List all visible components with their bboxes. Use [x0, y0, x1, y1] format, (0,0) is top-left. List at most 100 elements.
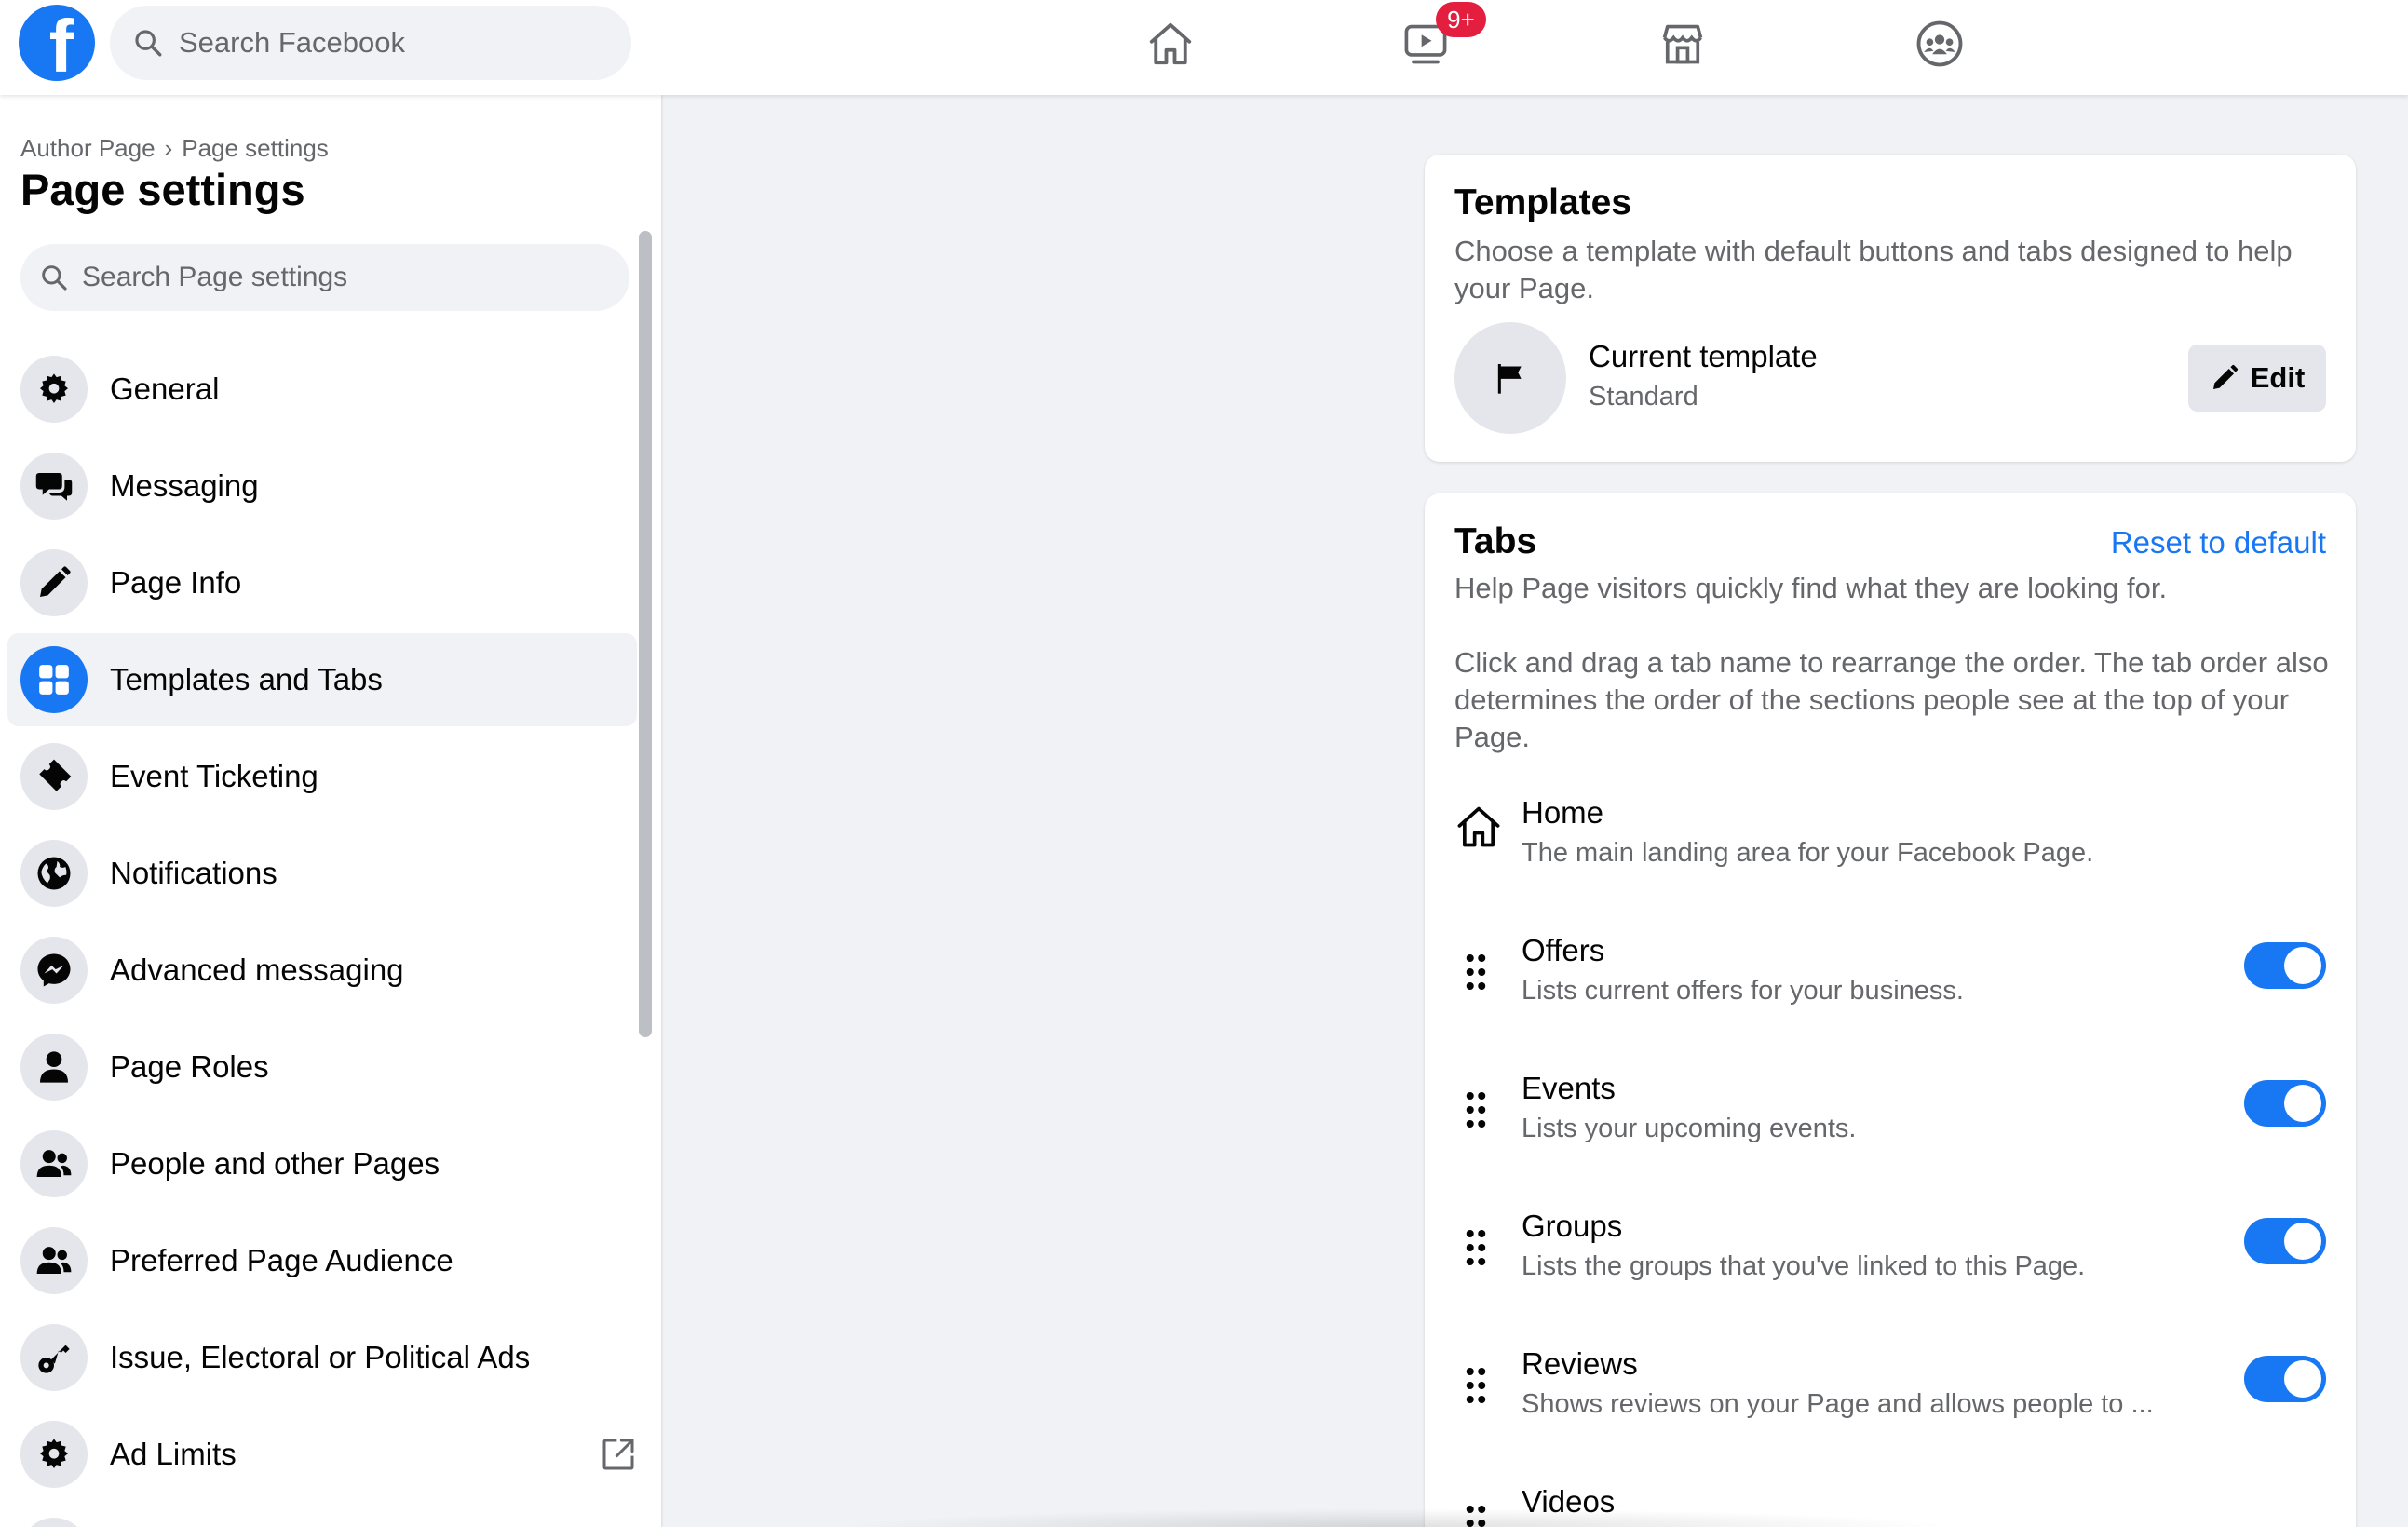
search-placeholder: Search Facebook [179, 26, 405, 59]
drag-handle-icon[interactable] [1464, 1229, 1488, 1266]
chat-icon [20, 453, 88, 520]
globe-icon [20, 840, 88, 907]
nav-marketplace-button[interactable] [1650, 11, 1715, 76]
breadcrumb: Author Page › Page settings [20, 134, 329, 163]
ticket-icon [20, 743, 88, 810]
external-link-icon [602, 1439, 634, 1470]
gear-icon [20, 356, 88, 423]
tabs-card: Tabs Reset to default Help Page visitors… [1425, 493, 2356, 1527]
marketplace-icon [1662, 24, 1703, 64]
groups-toggle[interactable] [2244, 1218, 2326, 1264]
sidebar-item-label: Advanced messaging [110, 953, 404, 987]
sidebar-item-page-roles[interactable]: Page Roles [7, 1020, 637, 1114]
grid-icon [20, 646, 88, 713]
current-template-value: Standard [1589, 382, 1698, 412]
edit-template-button[interactable]: Edit [2188, 345, 2326, 412]
edit-button-label: Edit [2250, 361, 2306, 394]
nav-home-button[interactable] [1138, 11, 1203, 76]
people-icon [20, 1227, 88, 1294]
tab-name: Groups [1522, 1209, 1623, 1243]
sidebar-item-label: Notifications [110, 856, 277, 890]
gear-icon [20, 1421, 88, 1488]
drag-handle-icon[interactable] [1464, 1091, 1488, 1128]
home-outline-icon [1457, 806, 1500, 847]
nav-groups-button[interactable] [1907, 11, 1972, 76]
tab-name: Home [1522, 795, 1604, 830]
tabs-description: Help Page visitors quickly find what the… [1454, 572, 2168, 604]
tab-row-home: Home The main landing area for your Face… [1454, 795, 2326, 898]
breadcrumb-page-settings[interactable]: Page settings [182, 134, 329, 163]
events-toggle[interactable] [2244, 1080, 2326, 1127]
sidebar-item-preferred-page-audience[interactable]: Preferred Page Audience [7, 1214, 637, 1307]
tabs-instructions: Click and drag a tab name to rearrange t… [1454, 646, 2329, 753]
tab-description: The main landing area for your Facebook … [1522, 838, 2094, 868]
facebook-logo[interactable]: f [19, 5, 95, 81]
tab-name: Reviews [1522, 1346, 1638, 1381]
breadcrumb-separator: › [164, 134, 173, 162]
key-icon [20, 1324, 88, 1391]
sidebar-item-label: Templates and Tabs [110, 662, 383, 696]
sidebar-item-label: Issue, Electoral or Political Ads [110, 1340, 531, 1374]
flag-icon [1497, 364, 1522, 394]
sidebar-item-advanced-messaging[interactable]: Advanced messaging [7, 924, 637, 1017]
tab-description: Lists your upcoming events. [1522, 1114, 1857, 1143]
search-icon [42, 265, 67, 291]
search-icon [135, 30, 162, 57]
sidebar-item-general[interactable]: General [7, 343, 637, 436]
bottom-fade-shadow [838, 1508, 1955, 1527]
top-navigation-bar: f Search Facebook 9+ [0, 0, 2408, 95]
menu-icon-partial [20, 1518, 88, 1527]
sidebar-item-page-info[interactable]: Page Info [7, 536, 637, 629]
current-template-label: Current template [1589, 339, 1818, 373]
facebook-logo-letter: f [48, 5, 74, 82]
offers-toggle[interactable] [2244, 942, 2326, 989]
settings-sidebar: Author Page › Page settings Page setting… [0, 95, 661, 1527]
tab-row-offers[interactable]: Offers Lists current offers for your bus… [1454, 933, 2326, 1035]
tab-row-groups[interactable]: Groups Lists the groups that you've link… [1454, 1209, 2326, 1311]
tabs-title: Tabs [1454, 521, 1537, 561]
sidebar-item-label: Messaging [110, 468, 259, 503]
drag-handle-icon[interactable] [1464, 953, 1488, 991]
tab-description: Lists current offers for your business. [1522, 976, 1964, 1006]
sidebar-scrollbar[interactable] [639, 231, 652, 1037]
sidebar-item-label: People and other Pages [110, 1146, 440, 1181]
people-icon [20, 1130, 88, 1197]
tab-description: Shows reviews on your Page and allows pe… [1522, 1389, 2154, 1419]
home-icon [1149, 22, 1192, 65]
sidebar-item-label: Page Roles [110, 1049, 269, 1084]
template-flag-avatar [1454, 322, 1566, 434]
pencil-icon [2212, 364, 2238, 389]
sidebar-item-label: Preferred Page Audience [110, 1243, 453, 1277]
breadcrumb-author-page[interactable]: Author Page [20, 134, 156, 163]
templates-card: Templates Choose a template with default… [1425, 155, 2356, 462]
sidebar-item-ad-limits[interactable]: Ad Limits [7, 1408, 637, 1501]
search-page-settings-input[interactable]: Search Page settings [20, 244, 629, 311]
sidebar-item-people-and-other-pages[interactable]: People and other Pages [7, 1117, 637, 1210]
sidebar-item-event-ticketing[interactable]: Event Ticketing [7, 730, 637, 823]
sidebar-item-label: General [110, 372, 220, 406]
sidebar-item-political-ads[interactable]: Issue, Electoral or Political Ads [7, 1311, 637, 1404]
messenger-icon [20, 937, 88, 1004]
templates-title: Templates [1454, 182, 1632, 223]
page-title: Page settings [20, 165, 305, 214]
tab-name: Offers [1522, 933, 1605, 967]
tab-row-reviews[interactable]: Reviews Shows reviews on your Page and a… [1454, 1346, 2326, 1449]
reviews-toggle[interactable] [2244, 1356, 2326, 1402]
templates-description: Choose a template with default buttons a… [1454, 235, 2293, 304]
reset-to-default-link[interactable]: Reset to default [2111, 525, 2326, 561]
sidebar-item-label: Ad Limits [110, 1437, 237, 1471]
tab-row-events[interactable]: Events Lists your upcoming events. [1454, 1071, 2326, 1173]
facebook-search-input[interactable]: Search Facebook [110, 6, 631, 80]
sidebar-item-messaging[interactable]: Messaging [7, 439, 637, 533]
pencil-icon [20, 549, 88, 616]
tab-name: Events [1522, 1071, 1616, 1105]
sidebar-item-notifications[interactable]: Notifications [7, 827, 637, 920]
drag-handle-icon[interactable] [1464, 1367, 1488, 1404]
sidebar-item-label: Page Info [110, 565, 242, 600]
groups-icon [1916, 20, 1963, 67]
sidebar-item-templates-and-tabs[interactable]: Templates and Tabs [7, 633, 637, 726]
search-page-settings-placeholder: Search Page settings [82, 262, 348, 292]
person-icon [20, 1034, 88, 1101]
sidebar-item-partial[interactable] [7, 1505, 637, 1527]
tab-description: Lists the groups that you've linked to t… [1522, 1251, 2086, 1281]
